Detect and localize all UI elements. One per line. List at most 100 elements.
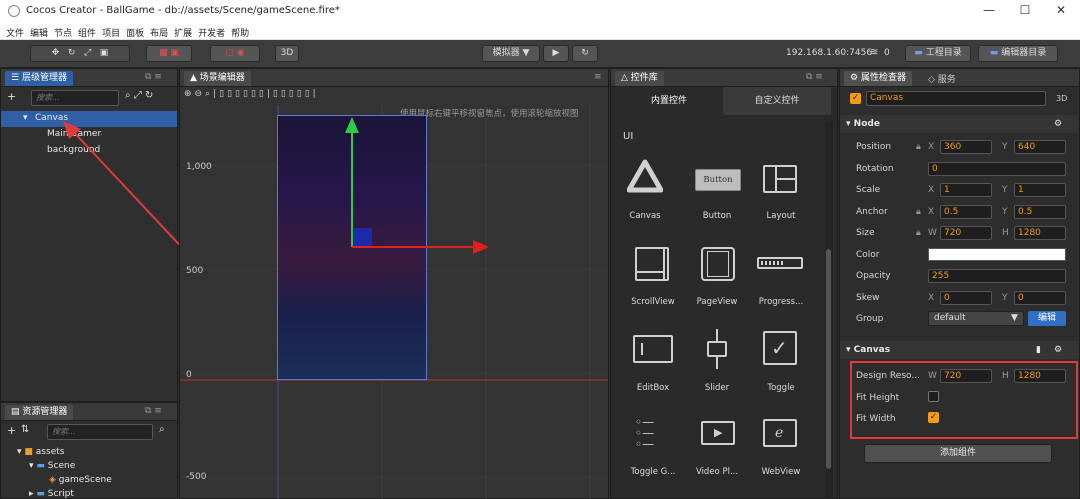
settings-icon[interactable]: ⚙ (1054, 341, 1062, 359)
hierarchy-search-input[interactable]: 搜索... (31, 90, 119, 106)
videoplayer-control-icon[interactable]: ▶ (701, 421, 735, 445)
menu-file[interactable]: 文件 (6, 26, 24, 39)
editbox-control-icon[interactable] (633, 335, 673, 363)
fit-height-checkbox[interactable] (928, 391, 939, 402)
pivot-tools[interactable]: ▦ ▣ (146, 45, 192, 62)
position-y-input[interactable]: 640 (1014, 140, 1066, 154)
sort-icon[interactable]: ⇅ (21, 424, 29, 435)
skew-x-input[interactable]: 0 (940, 291, 992, 305)
close-button[interactable]: ✕ (1046, 3, 1076, 21)
coordinate-tools[interactable]: ▢ ◉ (210, 45, 260, 62)
node-active-checkbox[interactable]: ✓ (850, 93, 861, 104)
menu-developer[interactable]: 开发者 (198, 26, 225, 39)
menu-panel[interactable]: 面板 (126, 26, 144, 39)
move-tool-icon[interactable]: ✥ (52, 48, 60, 58)
hierarchy-tab[interactable]: ☰ 层级管理器 (5, 71, 73, 86)
asset-item-script[interactable]: ▸ ▬ Script (29, 489, 74, 499)
library-tab[interactable]: △ 控件库 (615, 71, 664, 86)
scene-tab[interactable]: ▲ 场景编辑器 (184, 71, 251, 86)
editor-dir-button[interactable]: ▬ 编辑器目录 (978, 45, 1058, 62)
library-scrollbar-thumb[interactable] (826, 249, 831, 469)
toolbar: ✥ ↻ ⤢ ▣ ▦ ▣ ▢ ◉ 3D 模拟器 ▼ ▶ ↻ 192.168.1.6… (0, 40, 1080, 68)
fit-width-checkbox[interactable]: ✓ (928, 412, 939, 423)
panel-menu-icon[interactable]: ≡ (594, 72, 602, 82)
play-button[interactable]: ▶ (543, 45, 569, 62)
color-swatch[interactable] (928, 248, 1066, 261)
settings-icon[interactable]: ⚙ (1054, 115, 1062, 133)
lock-icon[interactable]: 🔒︎ (916, 142, 921, 152)
tab-custom-controls[interactable]: 自定义控件 (723, 87, 831, 115)
togglegroup-control-icon[interactable]: ◦— ◦— ◦— (635, 416, 654, 450)
menu-layout[interactable]: 布局 (150, 26, 168, 39)
axis-y-label: Y (1002, 142, 1008, 152)
node-section-header[interactable]: ▾ Node ⚙ (840, 115, 1079, 133)
design-res-h-input[interactable]: 1280 (1014, 369, 1066, 383)
transform-gizmo[interactable] (335, 115, 495, 255)
add-asset-icon[interactable]: + (7, 424, 16, 437)
size-w-input[interactable]: 720 (940, 226, 992, 240)
size-h-input[interactable]: 1280 (1014, 226, 1066, 240)
asset-item-scene[interactable]: ▾ ▬ Scene (29, 461, 75, 471)
control-label-progress: Progress... (758, 297, 804, 307)
control-canvas[interactable] (626, 159, 664, 196)
collapse-arrow-icon: ▾ (846, 119, 851, 129)
add-node-icon[interactable]: + (7, 90, 16, 103)
maximize-button[interactable]: ☐ (1010, 3, 1040, 21)
axis-x-label: X (928, 185, 935, 195)
rotation-input[interactable]: 0 (928, 162, 1066, 176)
add-component-button[interactable]: 添加组件 (864, 444, 1052, 463)
hierarchy-tools[interactable]: ⌕ ⤢ ↻ (125, 90, 153, 101)
node-name-input[interactable]: Canvas (866, 91, 1046, 106)
opacity-input[interactable]: 255 (928, 269, 1066, 283)
toggle-control-icon[interactable]: ✓ (763, 331, 797, 365)
scrollview-control-icon[interactable] (635, 247, 669, 281)
menu-node[interactable]: 节点 (54, 26, 72, 39)
menu-edit[interactable]: 编辑 (30, 26, 48, 39)
search-icon[interactable]: ⌕ (159, 424, 165, 435)
menu-extension[interactable]: 扩展 (174, 26, 192, 39)
progressbar-control-icon[interactable] (757, 257, 803, 269)
simulator-select[interactable]: 模拟器 ▼ (482, 45, 540, 62)
mode-3d-button[interactable]: 3D (275, 45, 299, 62)
inspector-tab[interactable]: ⚙ 属性检查器 (844, 71, 912, 86)
anchor-x-input[interactable]: 0.5 (940, 205, 992, 219)
position-x-input[interactable]: 360 (940, 140, 992, 154)
pageview-control-icon[interactable] (701, 247, 735, 281)
assets-search-input[interactable]: 搜索... (47, 424, 153, 440)
project-dir-button[interactable]: ▬ 工程目录 (905, 45, 971, 62)
menu-component[interactable]: 组件 (78, 26, 96, 39)
panel-menu-icon[interactable]: ⧉ ≡ (145, 406, 162, 416)
asset-item-assets[interactable]: ▾ ■ assets (17, 447, 64, 457)
scene-toolbar[interactable]: ⊕⊖⌕|▯▯▯▯▯▯|▯▯▯▯▯| (184, 89, 319, 99)
mode-3d-label[interactable]: 3D (1056, 94, 1067, 103)
rotate-tool-icon[interactable]: ↻ (68, 48, 76, 58)
menu-project[interactable]: 项目 (102, 26, 120, 39)
canvas-section-header[interactable]: ▾ Canvas ▮ ⚙ (840, 341, 1079, 359)
lock-icon[interactable]: 🔒︎ (916, 228, 921, 238)
layout-control-icon[interactable] (763, 165, 797, 193)
rect-tool-icon[interactable]: ▣ (100, 48, 109, 58)
library-scrollbar-track[interactable] (825, 121, 833, 499)
group-select[interactable]: default ▼ (928, 311, 1024, 326)
menu-help[interactable]: 帮助 (231, 26, 249, 39)
scale-y-input[interactable]: 1 (1014, 183, 1066, 197)
book-icon[interactable]: ▮ (1036, 341, 1041, 359)
service-tab[interactable]: ◇ 服务 (928, 72, 956, 85)
lock-icon[interactable]: 🔒︎ (916, 207, 921, 217)
panel-menu-icon[interactable]: ⧉ ≡ (806, 72, 823, 82)
refresh-button[interactable]: ↻ (572, 45, 598, 62)
minimize-button[interactable]: — (974, 3, 1004, 21)
anchor-y-input[interactable]: 0.5 (1014, 205, 1066, 219)
skew-y-input[interactable]: 0 (1014, 291, 1066, 305)
design-res-w-input[interactable]: 720 (940, 369, 992, 383)
assets-tab[interactable]: ▤ 资源管理器 (5, 405, 74, 420)
tab-builtin-controls[interactable]: 内置控件 (615, 87, 723, 115)
group-edit-button[interactable]: 编辑 (1028, 311, 1066, 326)
hierarchy-icon: ☰ (11, 73, 20, 83)
webview-control-icon[interactable]: e (763, 419, 797, 447)
control-button-preview[interactable]: Button (695, 169, 741, 191)
scale-tool-icon[interactable]: ⤢ (84, 48, 91, 58)
scale-x-input[interactable]: 1 (940, 183, 992, 197)
asset-item-gamescene[interactable]: ◈ gameScene (49, 475, 112, 485)
panel-menu-icon[interactable]: ⧉ ≡ (145, 72, 162, 82)
